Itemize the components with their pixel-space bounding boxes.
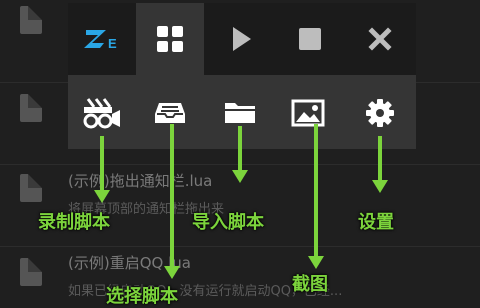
settings-label: 设置 [358,212,394,233]
record-script-label: 录制脚本 [38,212,110,233]
screenshot-label: 截图 [292,274,328,295]
select-script-label: 选择脚本 [106,286,178,307]
import-script-label: 导入脚本 [192,212,264,233]
annotation-arrows [94,124,388,279]
